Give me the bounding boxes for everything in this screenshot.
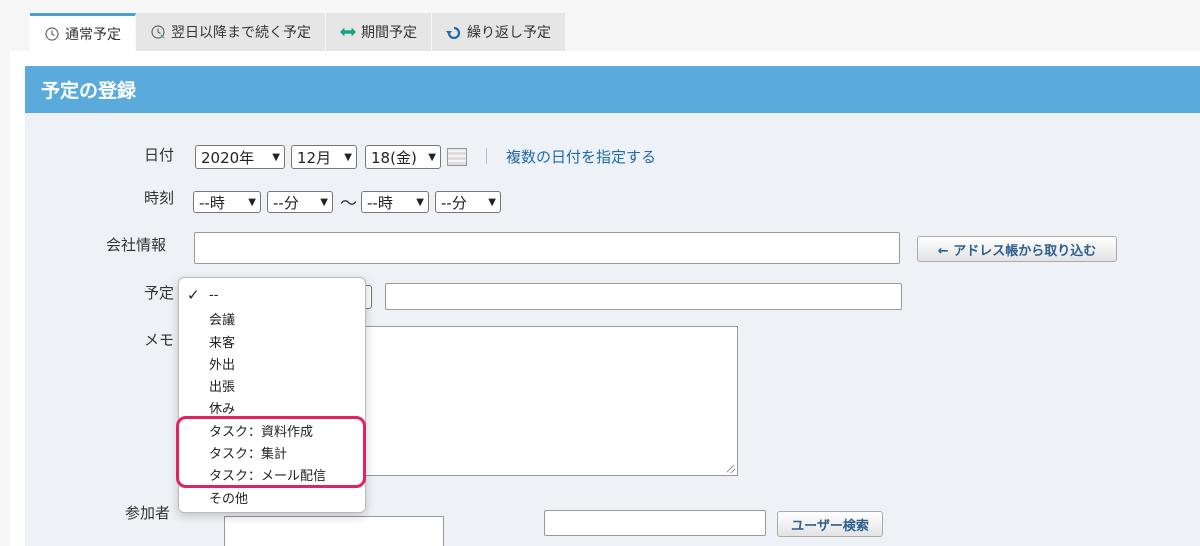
tab-period[interactable]: 期間予定 [326,13,432,51]
tab-overnight[interactable]: 翌日以降まで続く予定 [136,13,326,51]
chevron-down-icon: ▼ [344,151,352,163]
chevron-down-icon: ▼ [428,151,436,163]
address-book-button[interactable]: ← アドレス帳から取り込む [917,236,1117,262]
tab-bar: 通常予定 翌日以降まで続く予定 期間予定 繰り返し予定 [30,13,566,51]
end-hour-select[interactable]: --時 ▼ [361,191,429,213]
divider [486,148,487,164]
repeat-icon [446,24,462,40]
end-hour-value: --時 [367,193,393,212]
dropdown-option[interactable]: 休み [209,398,235,417]
start-hour-value: --時 [199,193,225,212]
day-value: 18(金) [371,148,417,167]
year-value: 2020年 [201,148,255,167]
user-search-input[interactable] [544,510,766,536]
multi-date-link[interactable]: 複数の日付を指定する [506,146,656,167]
time-separator: 〜 [340,194,357,214]
end-minute-select[interactable]: --分 ▼ [435,191,501,213]
tab-regular[interactable]: 通常予定 [30,13,136,51]
day-select[interactable]: 18(金) ▼ [365,145,441,169]
tab-label: 繰り返し予定 [467,25,551,41]
page-title: 予定の登録 [25,66,1200,113]
highlight-box [176,416,366,488]
date-label: 日付 [144,146,175,164]
user-search-button[interactable]: ユーザー検索 [777,511,883,537]
start-minute-value: --分 [273,193,299,212]
tab-label: 期間予定 [361,25,417,41]
tab-repeat[interactable]: 繰り返し予定 [432,13,566,51]
start-hour-select[interactable]: --時 ▼ [193,191,261,213]
company-label: 会社情報 [106,236,167,254]
clock-icon [44,26,60,42]
chevron-down-icon: ▼ [272,151,280,163]
chevron-down-icon: ▼ [416,196,424,208]
participants-list[interactable] [224,516,444,546]
dropdown-option[interactable]: その他 [209,488,248,507]
dropdown-option[interactable]: 来客 [209,332,235,351]
resize-handle[interactable] [727,465,735,473]
month-value: 12月 [297,148,332,167]
memo-label: メモ [144,331,175,349]
check-icon: ✓ [187,286,200,304]
time-label: 時刻 [144,189,175,207]
tab-label: 翌日以降まで続く予定 [171,25,311,41]
schedule-label: 予定 [144,284,175,302]
dropdown-option[interactable]: 会議 [209,309,235,328]
chevron-down-icon: ▼ [320,196,328,208]
chevron-down-icon: ▼ [488,196,496,208]
year-select[interactable]: 2020年 ▼ [195,145,285,169]
tab-label: 通常予定 [65,26,121,43]
clock-arrow-icon [150,24,166,40]
dropdown-option[interactable]: -- [209,288,218,303]
end-minute-value: --分 [441,193,467,212]
chevron-down-icon: ▼ [248,196,256,208]
company-input[interactable] [194,232,900,264]
participants-label: 参加者 [125,504,171,522]
dropdown-option[interactable]: 外出 [209,354,235,373]
calendar-icon[interactable] [447,148,467,166]
double-arrow-icon [340,24,356,40]
schedule-title-input[interactable] [385,283,902,310]
start-minute-select[interactable]: --分 ▼ [267,191,333,213]
month-select[interactable]: 12月 ▼ [291,145,357,169]
dropdown-option[interactable]: 出張 [209,376,235,395]
